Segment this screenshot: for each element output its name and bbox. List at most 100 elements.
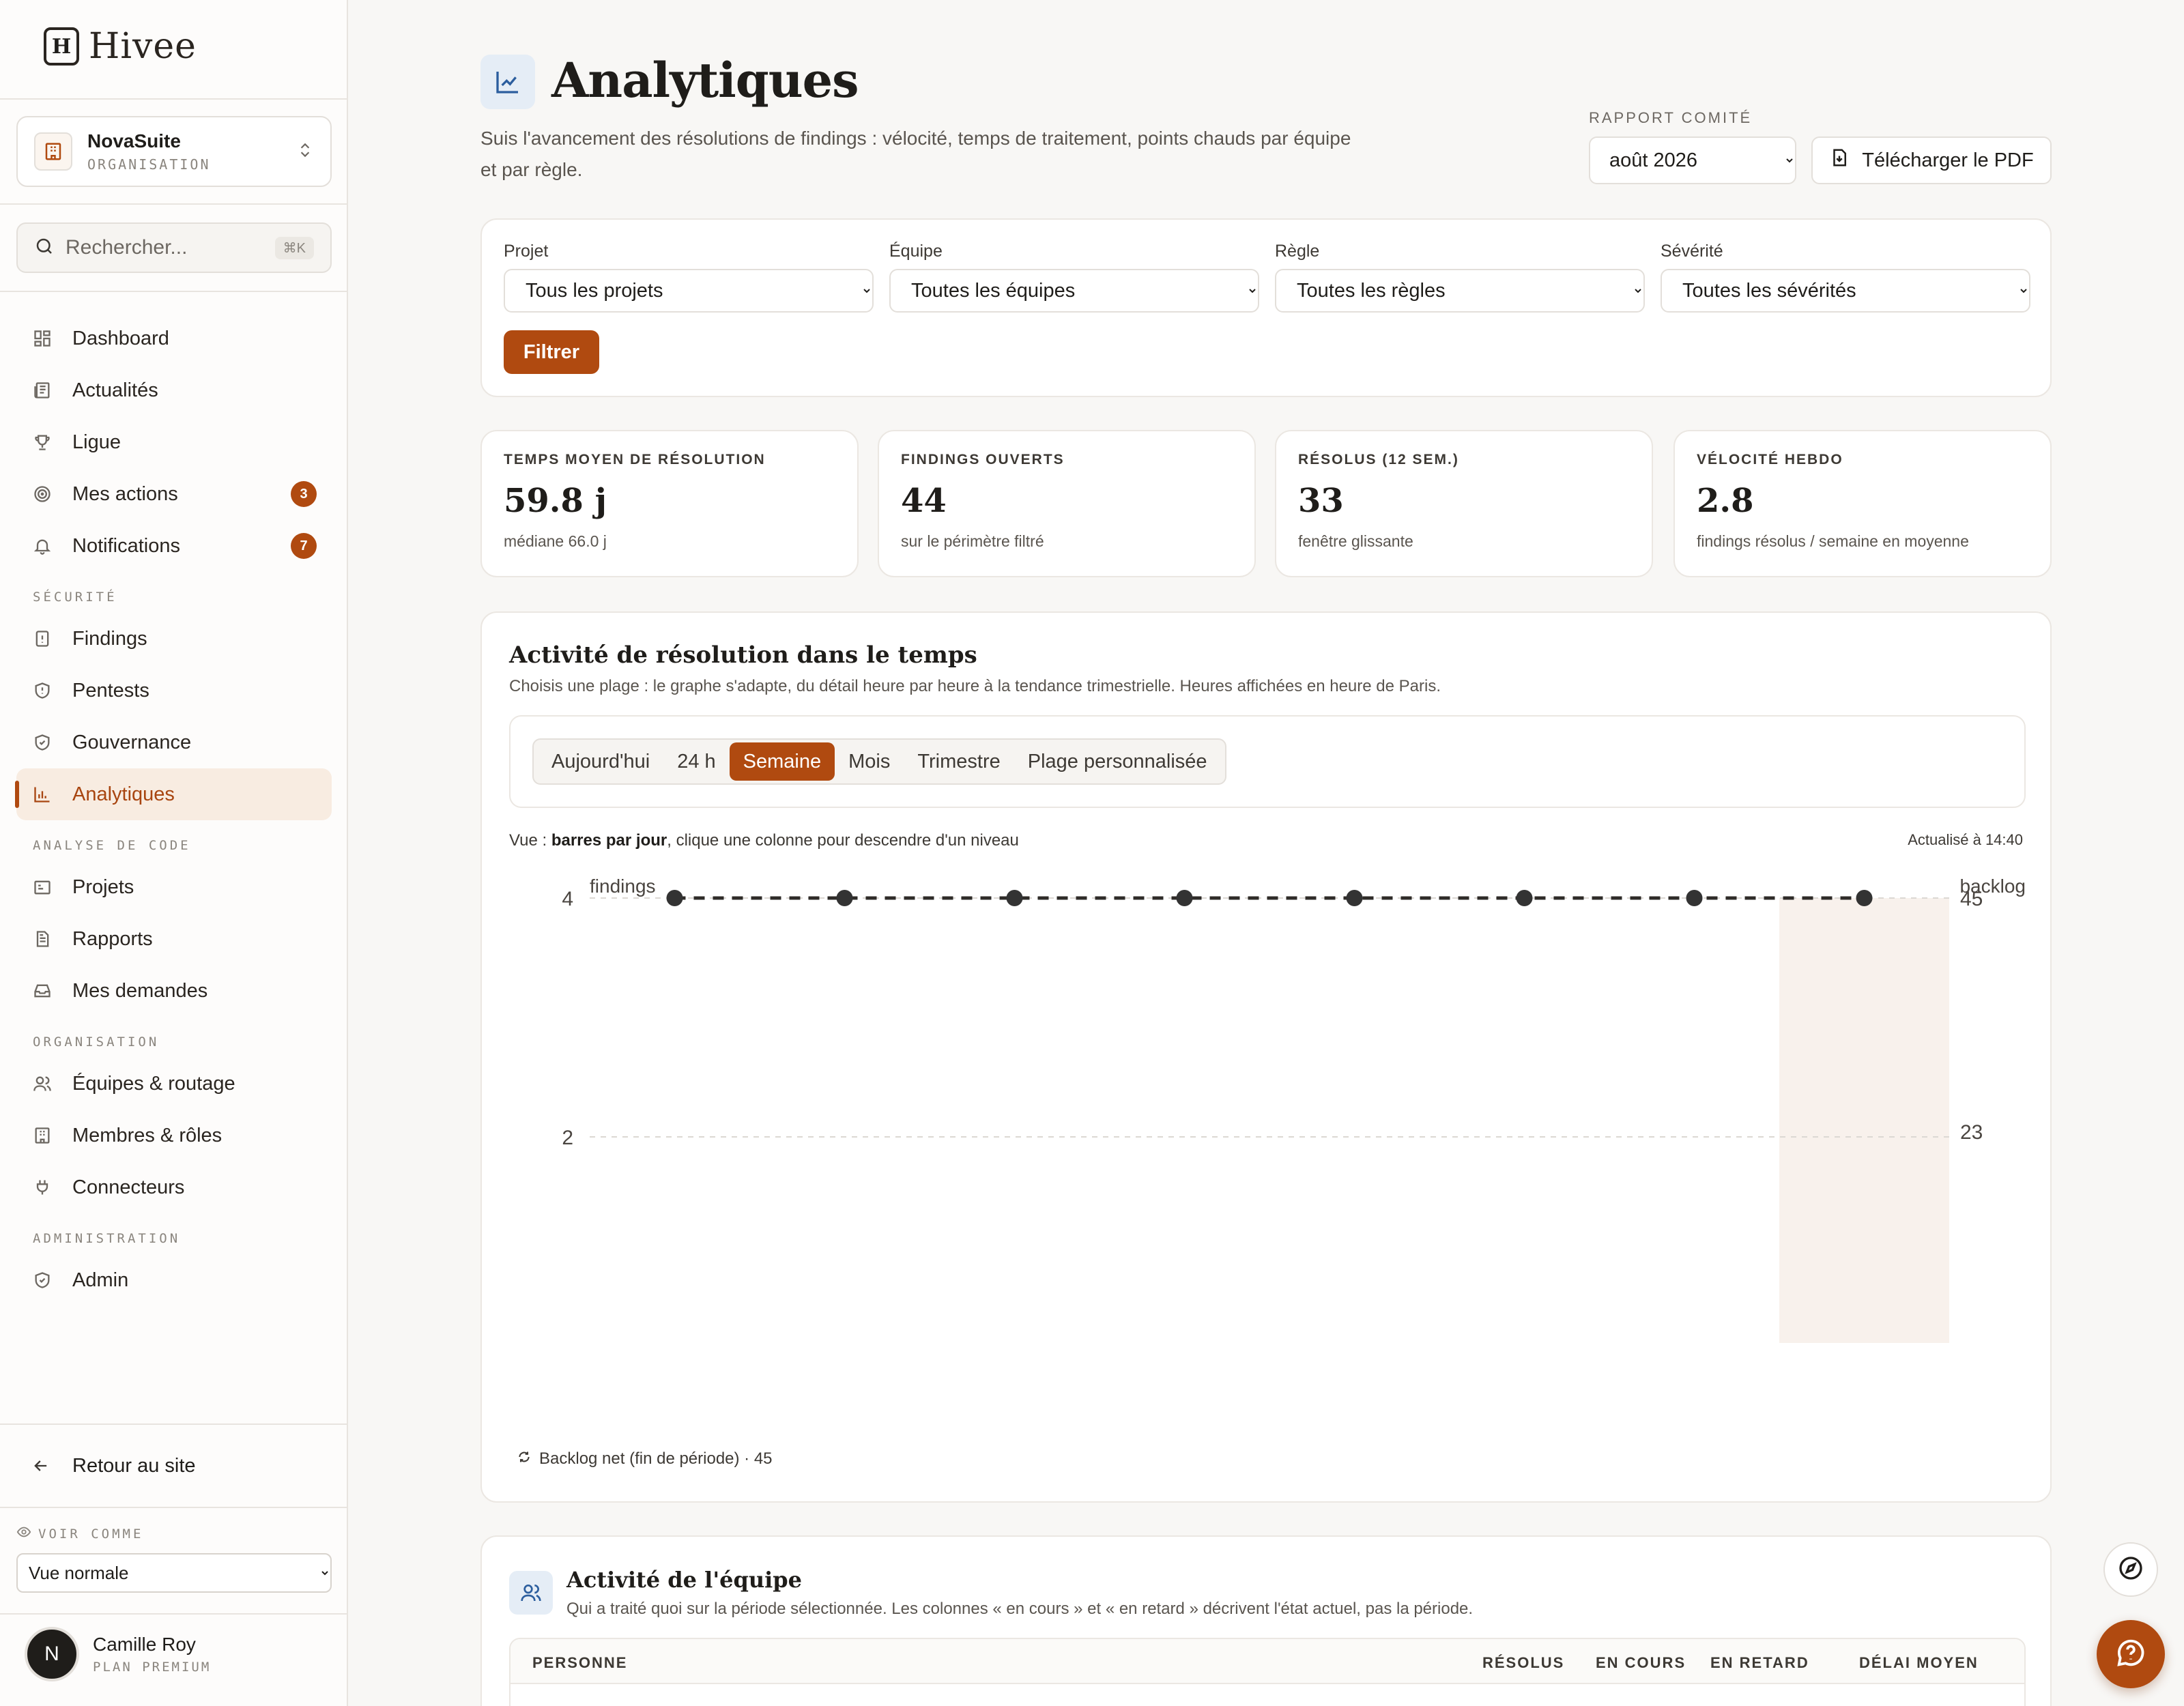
app-logo[interactable]: H Hivee xyxy=(44,26,197,67)
user-name: Camille Roy xyxy=(93,1634,196,1655)
view-as-select[interactable]: Vue normale xyxy=(16,1553,332,1593)
kpi-value: 59.8 j xyxy=(504,482,607,520)
back-label: Retour au site xyxy=(72,1454,196,1477)
highlight-column xyxy=(1779,898,1949,1343)
user-profile[interactable]: N Camille Roy PLAN PREMIUM xyxy=(25,1627,211,1681)
count-badge: 3 xyxy=(291,481,317,507)
range-tab-24h[interactable]: 24 h xyxy=(663,742,729,781)
sidebar-item-pentests[interactable]: Pentests xyxy=(16,665,332,717)
users-icon xyxy=(509,1571,553,1615)
sidebar-item-connecteurs[interactable]: Connecteurs xyxy=(16,1161,332,1213)
sidebar-item-mes-demandes[interactable]: Mes demandes xyxy=(16,965,332,1017)
series-point xyxy=(1176,890,1193,906)
sidebar-item-projets[interactable]: Projets xyxy=(16,861,332,913)
sidebar-item-membres[interactable]: Membres & rôles xyxy=(16,1110,332,1161)
org-name: NovaSuite xyxy=(87,130,181,151)
target-icon xyxy=(31,483,53,505)
back-to-site-link[interactable]: Retour au site xyxy=(16,1440,332,1492)
sidebar-item-gouvernance[interactable]: Gouvernance xyxy=(16,717,332,768)
users-icon xyxy=(31,1073,53,1095)
compass-button[interactable] xyxy=(2103,1542,2158,1597)
kpi-value: 44 xyxy=(901,482,947,520)
kpi-sub: médiane 66.0 j xyxy=(504,532,607,550)
column-header[interactable]: EN COURS xyxy=(1596,1654,1686,1672)
kpi-value: 2.8 xyxy=(1697,482,1754,520)
range-tab-week[interactable]: Semaine xyxy=(729,742,835,781)
user-plan: PLAN PREMIUM xyxy=(93,1660,212,1675)
sidebar-item-label: Équipes & routage xyxy=(72,1072,235,1095)
activity-chart-card: Activité de résolution dans le temps Cho… xyxy=(480,611,2052,1503)
filter-severity-select[interactable]: Toutes les sévérités xyxy=(1661,269,2030,313)
sidebar-item-label: Ligue xyxy=(72,431,121,453)
search-box[interactable]: ⌘K xyxy=(16,222,332,273)
column-header[interactable]: PERSONNE xyxy=(532,1654,627,1672)
team-table: PERSONNE RÉSOLUS EN COURS EN RETARD DÉLA… xyxy=(509,1638,2026,1706)
refresh-icon xyxy=(517,1449,531,1469)
kpi-card: VÉLOCITÉ HEBDO 2.8 findings résolus / se… xyxy=(1673,430,2052,577)
table-header: PERSONNE RÉSOLUS EN COURS EN RETARD DÉLA… xyxy=(511,1639,2024,1684)
resolution-chart[interactable]: 02402345findingsbacklog4 août5 août6 aoû… xyxy=(482,852,2050,1343)
kpi-sub: fenêtre glissante xyxy=(1298,532,1413,550)
range-tab-month[interactable]: Mois xyxy=(835,742,904,781)
divider xyxy=(0,1613,347,1615)
filter-team-select[interactable]: Toutes les équipes xyxy=(889,269,1259,313)
team-activity-card: Activité de l'équipe Qui a traité quoi s… xyxy=(480,1535,2052,1706)
sidebar-item-equipes[interactable]: Équipes & routage xyxy=(16,1058,332,1110)
range-tab-quarter[interactable]: Trimestre xyxy=(904,742,1014,781)
app-name: Hivee xyxy=(89,26,197,67)
page-description: Suis l'avancement des résolutions de fin… xyxy=(480,128,1351,180)
range-tab-custom[interactable]: Plage personnalisée xyxy=(1014,742,1221,781)
nav-section-title: ORGANISATION xyxy=(33,1035,160,1050)
kpi-card: FINDINGS OUVERTS 44 sur le périmètre fil… xyxy=(878,430,1256,577)
sidebar-item-analytiques[interactable]: Analytiques xyxy=(15,768,332,820)
download-pdf-button[interactable]: Télécharger le PDF xyxy=(1811,136,2052,184)
divider xyxy=(0,98,347,100)
sidebar-item-admin[interactable]: Admin xyxy=(16,1254,332,1306)
page-title: Analytiques xyxy=(551,52,859,109)
column-header[interactable]: EN RETARD xyxy=(1710,1654,1809,1672)
column-header[interactable]: RÉSOLUS xyxy=(1482,1654,1564,1672)
org-switcher[interactable]: NovaSuite ORGANISATION xyxy=(16,116,332,187)
chat-help-button[interactable] xyxy=(2097,1620,2165,1688)
range-selector-box: Aujourd'hui 24 h Semaine Mois Trimestre … xyxy=(509,715,2026,808)
sidebar-item-notifications[interactable]: Notifications 7 xyxy=(16,520,332,572)
folder-icon xyxy=(31,876,53,898)
kpi-label: VÉLOCITÉ HEBDO xyxy=(1697,452,1843,467)
compass-icon xyxy=(2117,1555,2144,1585)
sidebar-item-actualites[interactable]: Actualités xyxy=(16,364,332,416)
sidebar-item-label: Mes actions xyxy=(72,482,178,505)
sidebar-item-label: Analytiques xyxy=(72,783,175,805)
filter-project-select[interactable]: Tous les projets xyxy=(504,269,874,313)
sidebar-item-ligue[interactable]: Ligue xyxy=(16,416,332,468)
line-chart-icon xyxy=(480,55,535,109)
sidebar-item-label: Notifications xyxy=(72,534,180,557)
sidebar-item-findings[interactable]: Findings xyxy=(16,613,332,665)
kpi-value: 33 xyxy=(1298,482,1344,520)
filter-rule-select[interactable]: Toutes les règles xyxy=(1275,269,1645,313)
chart-description: Choisis une plage : le graphe s'adapte, … xyxy=(509,677,1441,695)
nav-section-title: ADMINISTRATION xyxy=(33,1231,181,1246)
sidebar-item-label: Mes demandes xyxy=(72,979,208,1002)
sidebar-item-rapports[interactable]: Rapports xyxy=(16,913,332,965)
column-header[interactable]: DÉLAI MOYEN xyxy=(1859,1654,1979,1672)
filter-button[interactable]: Filtrer xyxy=(504,330,599,374)
divider xyxy=(0,1423,347,1425)
dashboard-icon xyxy=(31,328,53,349)
hive-logo-icon: H xyxy=(44,27,79,66)
building-icon xyxy=(31,1125,53,1146)
kpi-label: RÉSOLUS (12 SEM.) xyxy=(1298,452,1459,467)
search-input[interactable] xyxy=(66,236,270,259)
team-description: Qui a traité quoi sur la période sélecti… xyxy=(566,1600,1474,1618)
series-point xyxy=(1686,890,1703,906)
series-point xyxy=(666,890,683,906)
report-label: RAPPORT COMITÉ xyxy=(1589,109,1753,126)
shield-check-icon xyxy=(31,1269,53,1291)
sidebar-item-label: Connecteurs xyxy=(72,1176,185,1198)
range-tabs: Aujourd'hui 24 h Semaine Mois Trimestre … xyxy=(532,738,1226,785)
report-month-select[interactable]: août 2026 xyxy=(1589,136,1796,184)
sidebar-item-mes-actions[interactable]: Mes actions 3 xyxy=(16,468,332,520)
sidebar-item-dashboard[interactable]: Dashboard xyxy=(16,313,332,364)
range-tab-today[interactable]: Aujourd'hui xyxy=(538,742,663,781)
kpi-label: FINDINGS OUVERTS xyxy=(901,452,1065,467)
y-right-axis-label: backlog xyxy=(1959,876,2026,897)
